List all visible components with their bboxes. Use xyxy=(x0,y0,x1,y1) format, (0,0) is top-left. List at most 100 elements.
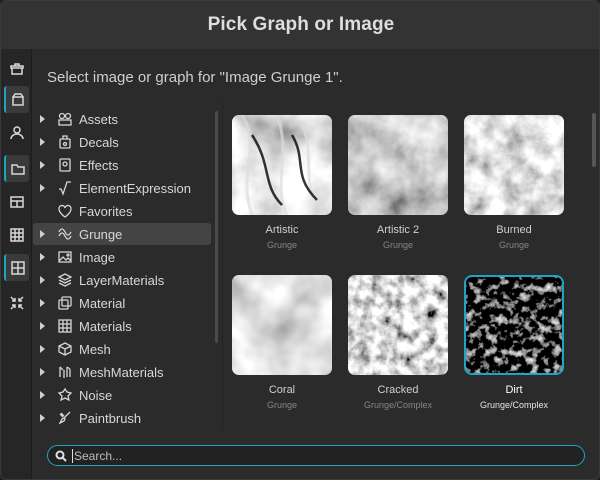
tree-item-assets[interactable]: Assets xyxy=(33,108,211,130)
tree-item-meshmaterials[interactable]: MeshMaterials xyxy=(33,361,211,383)
thumbnail-name: Artistic 2 xyxy=(376,224,420,236)
thumbnail-tile-cracked[interactable]: Cracked Grunge/Complex xyxy=(345,271,449,421)
tree-item-decals[interactable]: Decals xyxy=(33,131,211,153)
grid-button[interactable] xyxy=(4,221,29,248)
image-icon xyxy=(56,248,74,266)
tree-item-effects[interactable]: Effects xyxy=(33,154,211,176)
paintbrush-icon xyxy=(56,409,74,427)
thumbnail-category: Grunge/Complex xyxy=(479,400,549,410)
expand-arrow-icon[interactable] xyxy=(40,391,45,399)
noise-icon xyxy=(56,386,74,404)
thumbnail-category: Grunge xyxy=(382,240,414,250)
tree-item-elementexpression[interactable]: ElementExpression xyxy=(33,177,211,199)
expand-arrow-icon[interactable] xyxy=(40,299,45,307)
mesh-icon xyxy=(56,340,74,358)
tree-item-label: Noise xyxy=(79,387,113,403)
thumbnail-category: Grunge xyxy=(498,240,530,250)
tree-item-label: LayerMaterials xyxy=(79,272,165,288)
thumbnail-category: Grunge xyxy=(266,400,298,410)
expand-arrow-icon[interactable] xyxy=(40,414,45,422)
user-button[interactable] xyxy=(4,119,29,146)
thumbnail-category: Grunge xyxy=(266,240,298,250)
box-icon xyxy=(11,92,24,106)
expand-arrow-icon[interactable] xyxy=(40,368,45,376)
tree-scrollbar[interactable] xyxy=(215,111,218,343)
table-button[interactable] xyxy=(4,188,29,215)
tree-item-label: Favorites xyxy=(79,203,133,219)
tree-item-material[interactable]: Material xyxy=(33,292,211,314)
tree-item-label: Paintbrush xyxy=(79,410,142,426)
grid-icon xyxy=(9,227,24,242)
collapse-icon xyxy=(9,295,24,310)
expand-arrow-icon[interactable] xyxy=(40,253,45,261)
thumbnail-tile-burned[interactable]: Burned Grunge xyxy=(461,111,565,261)
heart-icon xyxy=(56,202,74,220)
user-icon xyxy=(9,125,24,139)
box-button[interactable] xyxy=(4,86,29,113)
tree-item-paintbrush[interactable]: Paintbrush xyxy=(33,407,211,429)
expand-arrow-icon[interactable] xyxy=(40,276,45,284)
materials-icon xyxy=(56,317,74,335)
tree-item-label: Material xyxy=(79,295,126,311)
thumbnail-name: Artistic xyxy=(265,224,299,236)
package-icon xyxy=(9,62,24,75)
tree-item-label: Effects xyxy=(79,157,119,173)
thumbnail-tile-coral[interactable]: Coral Grunge xyxy=(229,271,333,421)
grid-large-button[interactable] xyxy=(4,254,29,281)
thumbnail-name: Coral xyxy=(268,384,296,396)
grid-large-icon xyxy=(10,260,25,275)
tree-item-label: Image xyxy=(79,249,116,265)
tree-item-label: Mesh xyxy=(79,341,111,357)
tree-item-layermaterials[interactable]: LayerMaterials xyxy=(33,269,211,291)
expand-arrow-icon[interactable] xyxy=(40,161,45,169)
tree-item-grunge[interactable]: Grunge xyxy=(33,223,211,245)
expand-arrow-icon[interactable] xyxy=(40,230,45,238)
layers-icon xyxy=(56,271,74,289)
mesh-materials-icon xyxy=(56,363,74,381)
search-box[interactable] xyxy=(47,445,585,466)
thumbnail-name: Dirt xyxy=(505,384,523,396)
expand-arrow-icon[interactable] xyxy=(40,184,45,192)
pick-graph-dialog: Pick Graph or Image Select image or grap… xyxy=(0,0,600,480)
expand-arrow-icon[interactable] xyxy=(40,345,45,353)
grunge-icon xyxy=(56,225,74,243)
pane-divider[interactable] xyxy=(222,101,223,431)
collapse-button[interactable] xyxy=(4,289,29,316)
tree-item-label: Grunge xyxy=(79,226,123,242)
material-icon xyxy=(56,294,74,312)
category-tree: Assets Decals Effects ElementExpression Favo… xyxy=(33,108,217,430)
search-input[interactable] xyxy=(72,448,572,463)
decals-icon xyxy=(56,133,74,151)
thumbnail-image[interactable] xyxy=(232,275,332,375)
package-button[interactable] xyxy=(4,55,29,82)
thumbnail-image[interactable] xyxy=(464,115,564,215)
sqrt-icon xyxy=(56,179,74,197)
thumbnail-image[interactable] xyxy=(348,275,448,375)
expand-arrow-icon[interactable] xyxy=(40,115,45,123)
expand-arrow-icon xyxy=(40,207,45,215)
thumbnail-image[interactable] xyxy=(232,115,332,215)
thumbnail-tile-artistic-2[interactable]: Artistic 2 Grunge xyxy=(345,111,449,261)
assets-icon xyxy=(56,110,74,128)
thumbnail-image[interactable] xyxy=(348,115,448,215)
tree-item-noise[interactable]: Noise xyxy=(33,384,211,406)
dialog-title: Pick Graph or Image xyxy=(207,14,395,35)
tree-item-label: Assets xyxy=(79,111,119,127)
tree-item-mesh[interactable]: Mesh xyxy=(33,338,211,360)
thumbnail-category: Grunge/Complex xyxy=(363,400,433,410)
folder-button[interactable] xyxy=(4,155,29,182)
grid-scrollbar[interactable] xyxy=(592,113,596,167)
expand-arrow-icon[interactable] xyxy=(40,138,45,146)
thumbnail-name: Cracked xyxy=(377,384,419,396)
tree-item-image[interactable]: Image xyxy=(33,246,211,268)
expand-arrow-icon[interactable] xyxy=(40,322,45,330)
thumbnail-tile-artistic[interactable]: Artistic Grunge xyxy=(229,111,333,261)
tree-item-label: Decals xyxy=(79,134,119,150)
thumbnail-image[interactable] xyxy=(464,275,564,375)
tree-item-label: ElementExpression xyxy=(79,180,191,196)
tree-item-materials[interactable]: Materials xyxy=(33,315,211,337)
effects-icon xyxy=(56,156,74,174)
thumbnail-tile-dirt[interactable]: Dirt Grunge/Complex xyxy=(461,271,565,421)
tree-item-favorites[interactable]: Favorites xyxy=(33,200,211,222)
thumbnail-name: Burned xyxy=(496,224,532,236)
